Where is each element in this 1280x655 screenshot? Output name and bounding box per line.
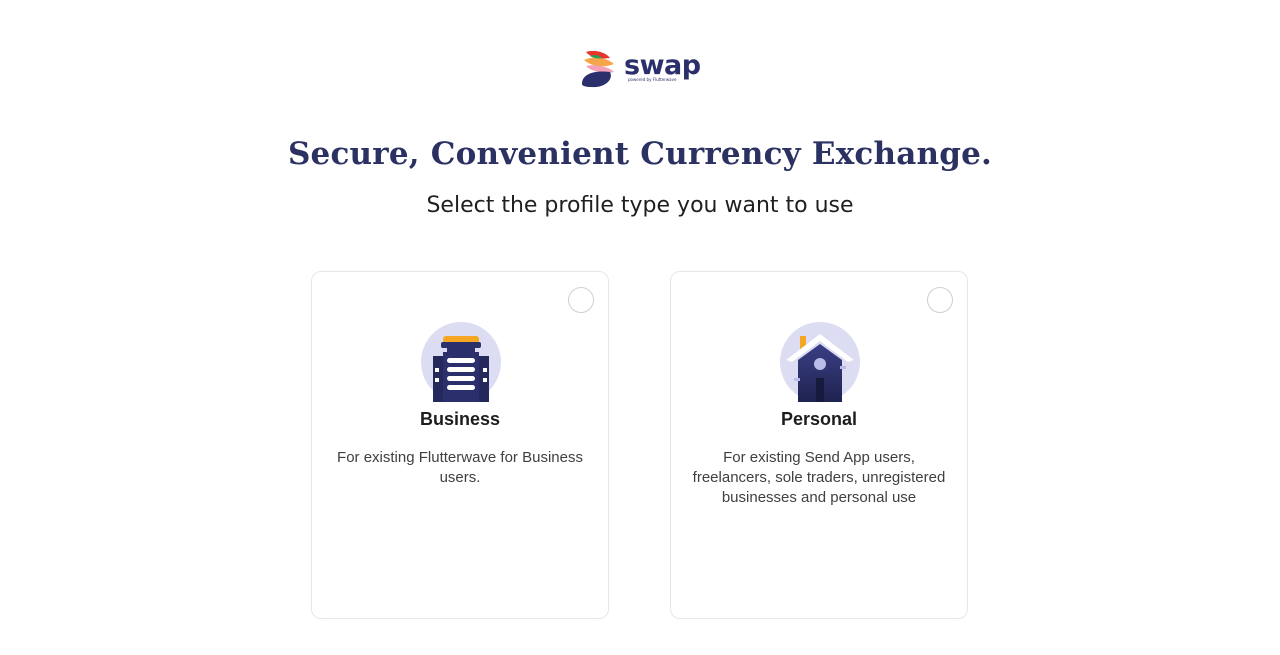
brand-tagline: powered by Flutterwave <box>628 77 677 82</box>
business-radio-button[interactable] <box>568 287 594 313</box>
page-headline: Secure, Convenient Currency Exchange. <box>287 136 993 172</box>
page-subheadline: Select the profile type you want to use <box>426 193 854 218</box>
swap-logo: swap powered by Flutterwave <box>580 50 702 88</box>
building-icon <box>421 322 501 402</box>
personal-radio-button[interactable] <box>927 287 953 313</box>
personal-title: Personal <box>780 409 858 429</box>
house-icon <box>780 322 860 402</box>
profile-card-business[interactable]: Business For existing Flutterwave for Bu… <box>311 271 609 619</box>
personal-description: For existing Send App users, freelancers… <box>692 449 946 506</box>
profile-card-personal[interactable]: Personal For existing Send App users, fr… <box>670 271 968 619</box>
swap-logo-mark-icon <box>582 50 614 88</box>
business-description: For existing Flutterwave for Business us… <box>337 449 583 486</box>
business-title: Business <box>419 409 501 429</box>
